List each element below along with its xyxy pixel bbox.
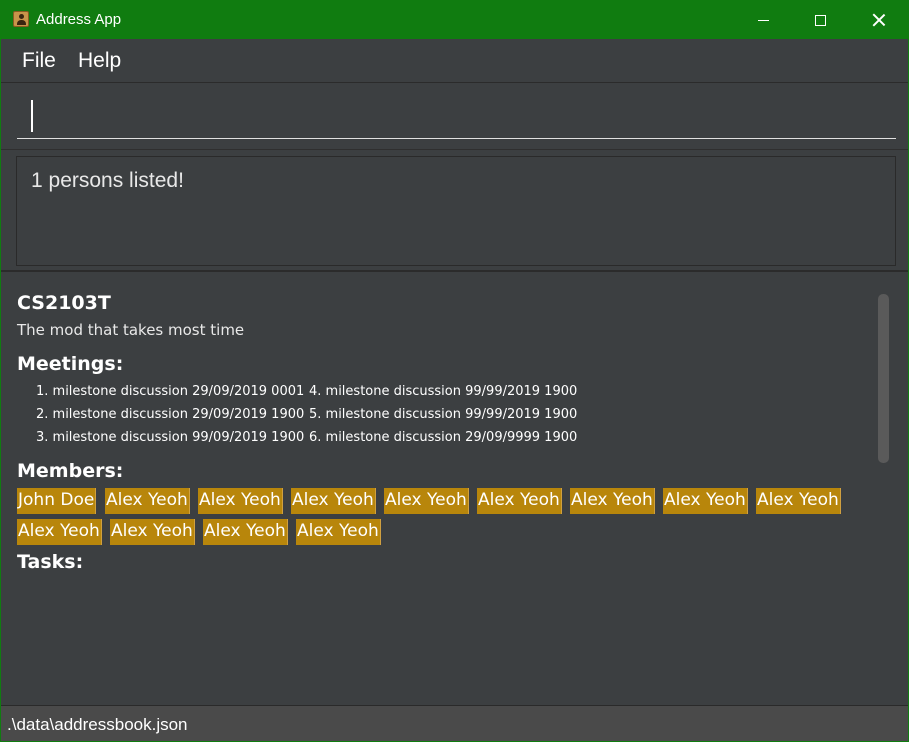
result-display[interactable]: 1 persons listed!: [16, 156, 896, 266]
meeting-item: 2. milestone discussion 29/09/2019 1900: [36, 407, 305, 422]
member-tag: Alex Yeoh: [756, 488, 841, 514]
tasks-heading: Tasks:: [17, 551, 84, 573]
vertical-scrollbar[interactable]: [878, 294, 889, 463]
member-tag: Alex Yeoh: [198, 488, 283, 514]
result-display-area: 1 persons listed!: [1, 150, 908, 272]
menu-help[interactable]: Help: [78, 49, 121, 73]
member-tag: John Doe: [17, 488, 97, 514]
menu-file[interactable]: File: [22, 49, 56, 73]
project-detail-content: CS2103T The mod that takes most time Mee…: [1, 274, 876, 705]
member-tag: Alex Yeoh: [203, 519, 288, 545]
member-tag: Alex Yeoh: [291, 488, 376, 514]
save-location-path: .\data\addressbook.json: [7, 715, 188, 734]
member-tag: Alex Yeoh: [663, 488, 748, 514]
close-icon: [872, 13, 886, 27]
members-heading: Members:: [17, 460, 124, 482]
meeting-item: 4. milestone discussion 99/99/2019 1900: [309, 384, 578, 399]
minimize-button[interactable]: [740, 1, 786, 39]
close-button[interactable]: [856, 1, 902, 39]
status-bar: .\data\addressbook.json: [1, 705, 908, 741]
command-input[interactable]: [17, 84, 896, 139]
command-box-area: [1, 84, 908, 150]
member-tag: Alex Yeoh: [17, 519, 102, 545]
project-name: CS2103T: [17, 292, 111, 314]
address-book-icon: [13, 11, 29, 27]
maximize-icon: [814, 14, 826, 26]
title-bar[interactable]: Address App: [1, 1, 908, 39]
minimize-icon: [757, 19, 769, 21]
menu-bar: File Help: [1, 39, 908, 83]
project-description: The mod that takes most time: [17, 321, 245, 339]
member-tag: Alex Yeoh: [296, 519, 381, 545]
meeting-item: 6. milestone discussion 29/09/9999 1900: [309, 430, 578, 445]
maximize-button[interactable]: [797, 1, 843, 39]
window-title: Address App: [36, 11, 122, 28]
text-caret: [31, 100, 33, 132]
meeting-item: 1. milestone discussion 29/09/2019 0001: [36, 384, 305, 399]
meeting-item: 5. milestone discussion 99/99/2019 1900: [309, 407, 578, 422]
project-detail-panel: CS2103T The mod that takes most time Mee…: [1, 274, 908, 705]
meeting-item: 3. milestone discussion 99/09/2019 1900: [36, 430, 305, 445]
meetings-heading: Meetings:: [17, 353, 124, 375]
member-tag: Alex Yeoh: [384, 488, 469, 514]
member-tag: Alex Yeoh: [477, 488, 562, 514]
result-message: 1 persons listed!: [31, 169, 184, 192]
member-tag: Alex Yeoh: [105, 488, 190, 514]
member-tag: Alex Yeoh: [570, 488, 655, 514]
app-window: Address App File Help 1 persons listed! …: [0, 0, 909, 742]
member-tag: Alex Yeoh: [110, 519, 195, 545]
